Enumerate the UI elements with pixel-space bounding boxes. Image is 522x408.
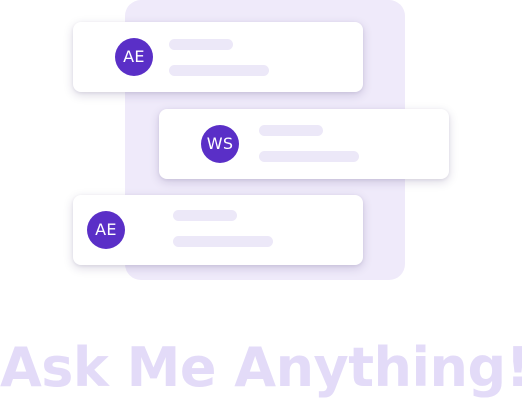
placeholder-line-long: [173, 236, 273, 247]
avatar: AE: [87, 211, 125, 249]
message-card: AE: [73, 22, 363, 92]
message-card: WS: [159, 109, 449, 179]
page-heading: Ask Me Anything!: [0, 336, 522, 399]
message-card: AE: [73, 195, 363, 265]
avatar: AE: [115, 38, 153, 76]
placeholder-line-short: [259, 125, 323, 136]
placeholder-line-long: [259, 151, 359, 162]
placeholder-line-short: [169, 39, 233, 50]
avatar: WS: [201, 125, 239, 163]
placeholder-line-long: [169, 65, 269, 76]
placeholder-line-short: [173, 210, 237, 221]
